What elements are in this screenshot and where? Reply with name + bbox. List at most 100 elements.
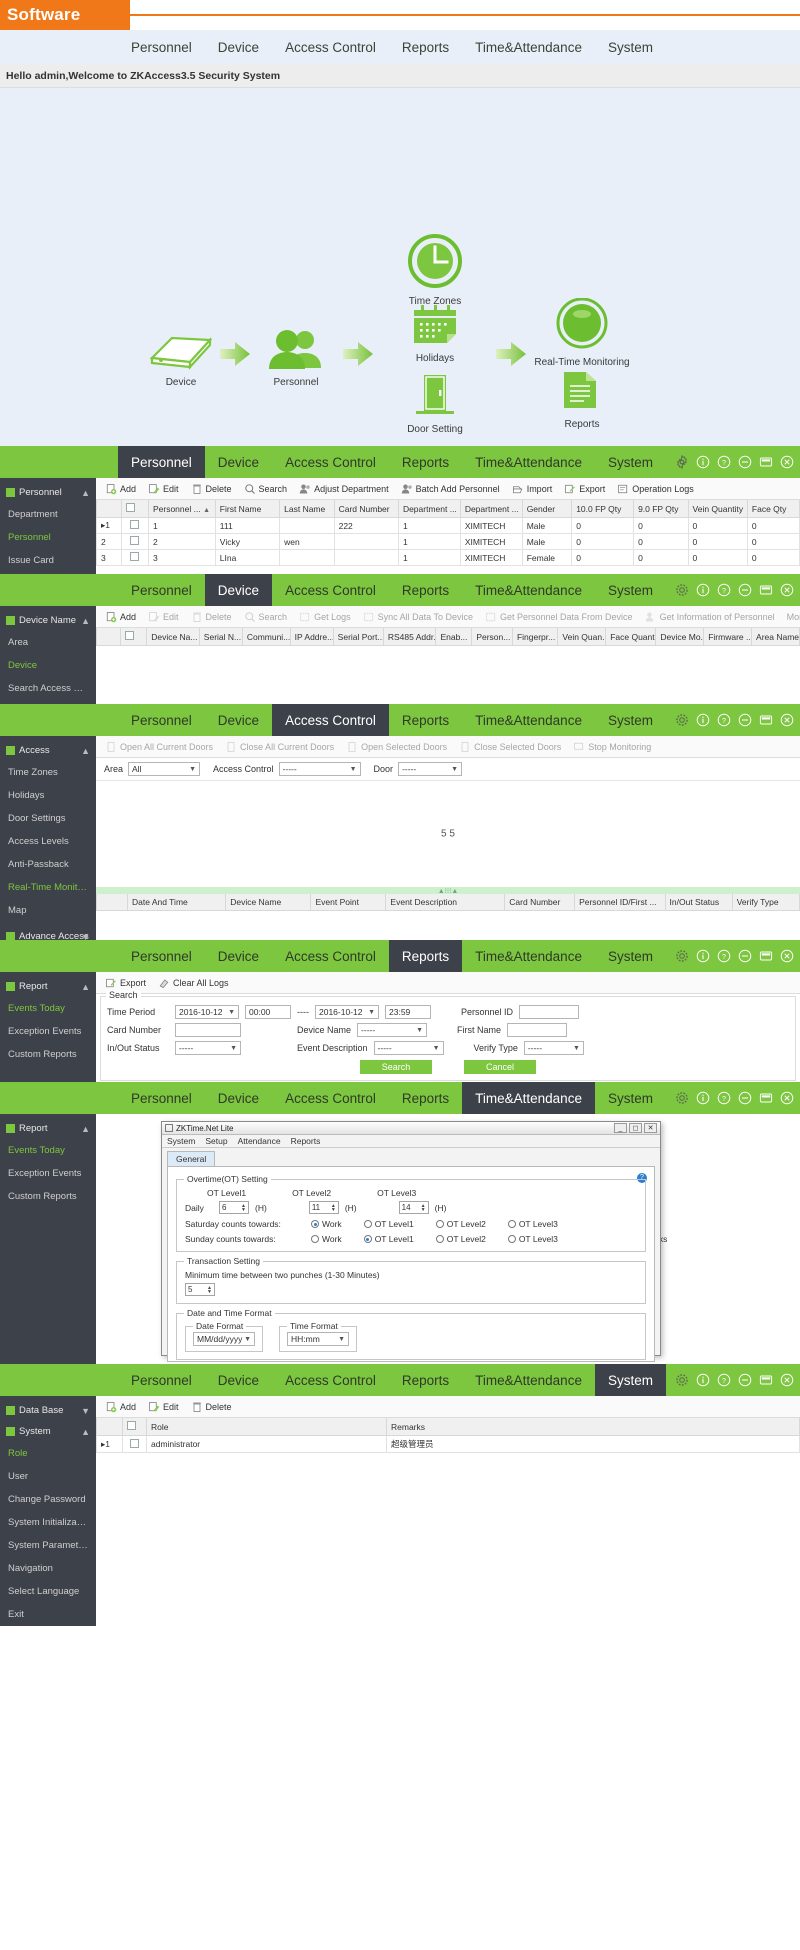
radio-icon[interactable] (436, 1235, 444, 1243)
row-checkbox-cell[interactable] (121, 518, 148, 534)
tab-access-control[interactable]: Access Control (272, 940, 389, 972)
date-from-select[interactable]: 2016-10-12▼ (175, 1005, 239, 1019)
sunday-option-work[interactable]: Work (311, 1234, 342, 1244)
minimize-icon[interactable] (738, 1373, 752, 1387)
info-icon[interactable] (696, 949, 710, 963)
tab-personnel[interactable]: Personnel (118, 574, 205, 606)
chevron-up-icon[interactable]: ▲ (81, 616, 90, 626)
gear-icon[interactable] (675, 583, 689, 597)
more-button[interactable]: More... ▼ (782, 611, 800, 623)
tab-device[interactable]: Device (205, 1082, 272, 1114)
th-remarks[interactable]: Remarks (387, 1418, 800, 1436)
radio-icon[interactable] (364, 1235, 372, 1243)
close-icon[interactable] (780, 949, 794, 963)
row-checkbox-cell[interactable] (123, 1436, 147, 1453)
nav-item-personnel[interactable]: Personnel (118, 30, 205, 64)
flow-node-holidays[interactable]: Holidays (380, 304, 490, 364)
help-icon[interactable]: ? (717, 1091, 731, 1105)
table-row[interactable]: 3 3 LIna 1 XIMITECH Female 0 0 0 0 (97, 550, 800, 566)
edit-button[interactable]: Edit (143, 482, 184, 496)
delete-button[interactable]: Delete (186, 1400, 237, 1414)
saturday-option-ot1[interactable]: OT Level1 (364, 1219, 414, 1229)
search-cancel-button[interactable]: Cancel (464, 1060, 536, 1074)
ot-level3-spinner[interactable]: 14▲▼ (399, 1201, 429, 1214)
batch-add-personnel-button[interactable]: Batch Add Personnel (396, 482, 505, 496)
sidebar-item-holidays[interactable]: Holidays (0, 784, 96, 807)
tab-personnel[interactable]: Personnel (118, 1364, 205, 1396)
menu-setup[interactable]: Setup (205, 1136, 227, 1146)
time-to-input[interactable]: 23:59 (385, 1005, 431, 1019)
panel-splitter[interactable]: ▲⁝⁝⁝▲ (96, 887, 800, 894)
tab-access-control[interactable]: Access Control (272, 1364, 389, 1396)
delete-button[interactable]: Delete (186, 482, 237, 496)
th-face-quantity[interactable]: Face Quant... (606, 628, 656, 646)
sync-all-data-button[interactable]: Sync All Data To Device (358, 610, 478, 624)
sidebar-header-database[interactable]: Data Base ▼ (0, 1400, 96, 1421)
add-button[interactable]: Add (100, 1400, 141, 1414)
tab-access-control[interactable]: Access Control (272, 704, 389, 736)
tab-reports[interactable]: Reports (389, 704, 462, 736)
close-icon[interactable] (780, 455, 794, 469)
chevron-down-icon[interactable]: ▼ (81, 1406, 90, 1416)
th-vein-quantity[interactable]: Vein Quantity (688, 500, 747, 518)
date-to-select[interactable]: 2016-10-12▼ (315, 1005, 379, 1019)
nav-item-reports[interactable]: Reports (389, 30, 462, 64)
tab-device[interactable]: Device (205, 1364, 272, 1396)
minimize-icon[interactable] (738, 455, 752, 469)
time-format-select[interactable]: HH:mm▼ (287, 1332, 349, 1346)
area-select[interactable]: All ▼ (128, 762, 200, 776)
flow-node-door-setting[interactable]: Door Setting (380, 373, 490, 435)
ot-level2-spinner[interactable]: 11▲▼ (309, 1201, 339, 1214)
menu-system[interactable]: System (167, 1136, 195, 1146)
th-personnel[interactable]: Person... (472, 628, 513, 646)
gear-icon[interactable] (675, 949, 689, 963)
th-ip-address[interactable]: IP Addre... (290, 628, 333, 646)
min-punch-spinner[interactable]: 5▲▼ (185, 1283, 215, 1296)
info-icon[interactable] (696, 713, 710, 727)
flow-node-reports[interactable]: Reports (527, 368, 637, 430)
gear-icon[interactable] (675, 1373, 689, 1387)
edit-button[interactable]: Edit (143, 610, 184, 624)
sidebar-item-area[interactable]: Area (0, 631, 96, 654)
gear-icon[interactable] (675, 455, 689, 469)
chevron-up-icon[interactable]: ▲ (81, 488, 90, 498)
th-serial-number[interactable]: Serial N... (199, 628, 242, 646)
maximize-icon[interactable] (759, 455, 773, 469)
th-gender[interactable]: Gender (522, 500, 572, 518)
menu-attendance[interactable]: Attendance (238, 1136, 281, 1146)
tab-device[interactable]: Device (205, 446, 272, 478)
tab-access-control[interactable]: Access Control (272, 1082, 389, 1114)
in-out-status-select[interactable]: -----▼ (175, 1041, 241, 1055)
th-device-model[interactable]: Device Mo... (656, 628, 704, 646)
th-event-point[interactable]: Event Point (311, 894, 386, 911)
th-fingerprint[interactable]: Fingerpr... (512, 628, 557, 646)
close-icon[interactable] (780, 713, 794, 727)
tab-reports[interactable]: Reports (389, 1364, 462, 1396)
sidebar-header-system[interactable]: System ▲ (0, 1421, 96, 1442)
tab-system[interactable]: System (595, 1364, 666, 1396)
help-icon[interactable]: ? (717, 583, 731, 597)
minimize-icon[interactable] (738, 583, 752, 597)
info-icon[interactable] (696, 583, 710, 597)
dialog-maximize-button[interactable]: ◻ (629, 1123, 642, 1133)
gear-icon[interactable] (675, 713, 689, 727)
saturday-option-ot3[interactable]: OT Level3 (508, 1219, 558, 1229)
close-icon[interactable] (780, 583, 794, 597)
sidebar-item-select-language[interactable]: Select Language (0, 1580, 96, 1603)
tab-time-attendance[interactable]: Time&Attendance (462, 574, 595, 606)
th-card-number[interactable]: Card Number (505, 894, 575, 911)
import-button[interactable]: Import (507, 482, 558, 496)
info-icon[interactable] (696, 1373, 710, 1387)
tab-personnel[interactable]: Personnel (118, 704, 205, 736)
th-card-number[interactable]: Card Number (334, 500, 398, 518)
sidebar-item-personnel[interactable]: Personnel (0, 526, 96, 549)
select-all-checkbox[interactable] (127, 1421, 136, 1430)
sidebar-item-exception-events[interactable]: Exception Events (0, 1162, 96, 1185)
spinner-arrows-icon[interactable]: ▲▼ (331, 1204, 336, 1212)
chevron-up-icon[interactable]: ▲ (81, 982, 90, 992)
sidebar-item-search-access-control[interactable]: Search Access Control (0, 677, 96, 700)
info-icon[interactable] (696, 455, 710, 469)
tab-time-attendance[interactable]: Time&Attendance (462, 1082, 595, 1114)
nav-item-access-control[interactable]: Access Control (272, 30, 389, 64)
sidebar-item-anti-passback[interactable]: Anti-Passback (0, 853, 96, 876)
